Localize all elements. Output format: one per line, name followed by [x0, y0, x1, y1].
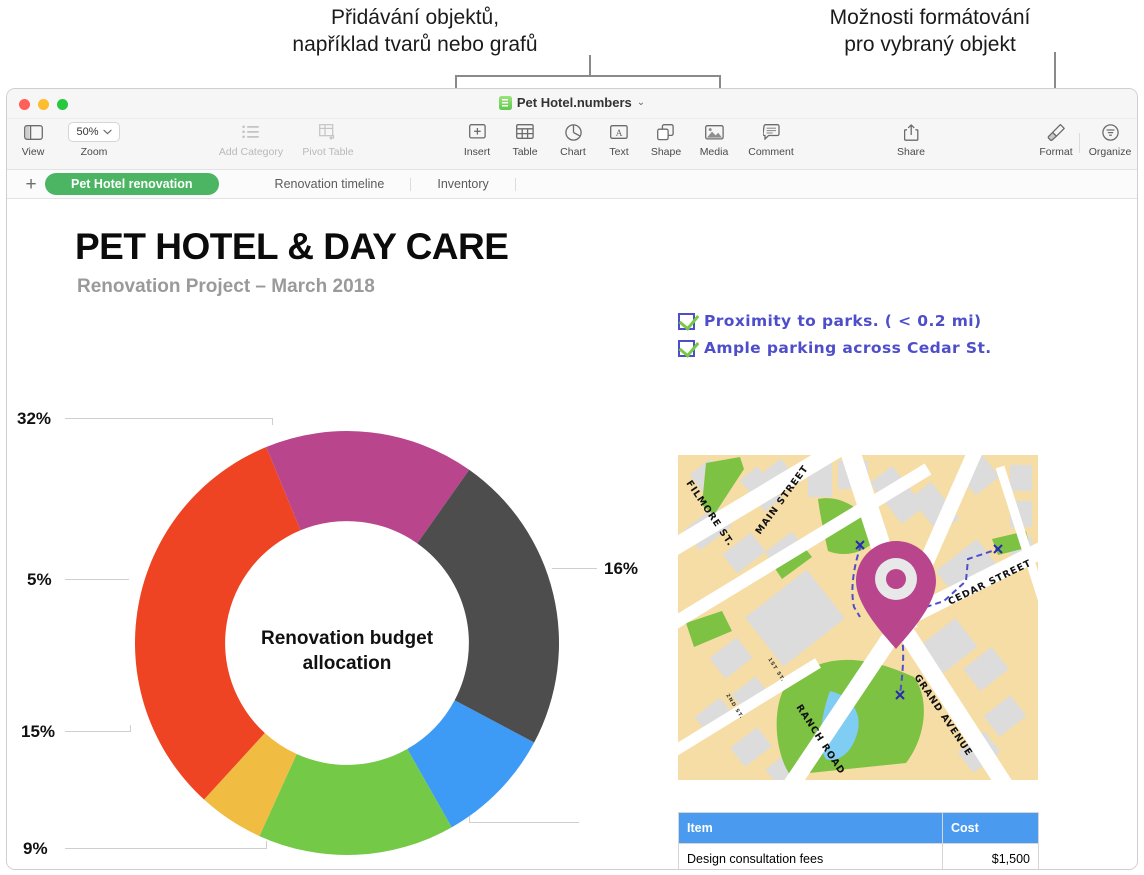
shape-icon [657, 121, 675, 143]
toolbar-view-button[interactable]: View [7, 121, 63, 158]
callout-left-bracket-stem [589, 55, 591, 76]
toolbar-pivot-table-button[interactable]: Pivot Table [290, 121, 366, 158]
document-title[interactable]: Pet Hotel.numbers ⌄ [7, 95, 1137, 110]
screenshot-root: Přidávání objektů, například tvarů nebo … [0, 0, 1144, 875]
leader-tick-9 [266, 841, 267, 849]
leader-tick-32 [272, 418, 273, 425]
chart-icon [564, 121, 582, 143]
table-header-row: Item Cost [678, 812, 1039, 844]
toolbar-zoom-control[interactable]: 50% Zoom [59, 121, 129, 158]
pct-label-5: 5% [27, 570, 52, 589]
sheet-tab-pet-hotel-renovation[interactable]: Pet Hotel renovation [45, 173, 219, 195]
chevron-down-icon [102, 129, 112, 135]
leader-line-15 [65, 731, 131, 732]
toolbar-chart-label: Chart [560, 146, 586, 158]
checklist-label: Proximity to parks. ( < 0.2 mi) [704, 312, 982, 330]
cell-cost[interactable]: $1,500 [942, 843, 1039, 869]
zoom-pill[interactable]: 50% [68, 122, 120, 142]
sheet-heading: PET HOTEL & DAY CARE [75, 226, 509, 267]
toolbar-pivot-table-label: Pivot Table [302, 146, 354, 158]
leader-line-5 [65, 579, 129, 580]
toolbar-organize-label: Organize [1088, 146, 1132, 158]
tab-divider-2 [514, 177, 516, 191]
donut-center-label: Renovation budget allocation [225, 627, 469, 676]
leader-tick-23 [469, 816, 470, 823]
svg-text:A: A [616, 129, 623, 139]
tab-divider-1 [410, 177, 412, 191]
leader-line-16 [552, 568, 597, 569]
toolbar-share-label: Share [896, 146, 926, 158]
pct-label-9: 9% [23, 839, 48, 858]
toolbar-add-category-label: Add Category [218, 146, 284, 158]
toolbar-zoom-label: Zoom [80, 146, 108, 158]
share-icon [903, 121, 919, 143]
table-icon [516, 121, 534, 143]
toolbar-text-label: Text [609, 146, 629, 158]
document-title-text: Pet Hotel.numbers [516, 95, 632, 110]
toolbar-view-label: View [21, 146, 45, 158]
toolbar-format-label: Format [1039, 146, 1073, 158]
sheet-tab-renovation-timeline[interactable]: Renovation timeline [259, 173, 401, 195]
window-titlebar: Pet Hotel.numbers ⌄ [7, 89, 1137, 119]
map-image[interactable]: FILMORE ST. MAIN STREET CEDAR STREET RAN… [678, 455, 1038, 780]
zoom-popup-icon: 50% [68, 121, 120, 143]
pct-label-32: 32% [17, 409, 52, 428]
pct-label-16: 16% [604, 559, 639, 578]
checkbox-checked-icon[interactable] [678, 339, 695, 357]
toolbar-media-label: Media [699, 146, 729, 158]
sidebar-icon [23, 121, 43, 143]
cell-item[interactable]: Design consultation fees [678, 843, 943, 869]
sheet-tab-inventory[interactable]: Inventory [421, 173, 504, 195]
toolbar-add-category-button[interactable]: Add Category [211, 121, 291, 158]
toolbar: View 50% Zoom Add Category Pivot Table I… [7, 119, 1137, 170]
toolbar-format-button[interactable]: Format [1026, 121, 1086, 158]
insert-icon [468, 121, 486, 143]
callout-left-bracket-tick-start [455, 75, 457, 89]
toolbar-comment-button[interactable]: Comment [741, 121, 801, 158]
leader-tick-15 [130, 725, 131, 732]
callout-left-bracket-tick-end [719, 75, 721, 89]
toolbar-comment-label: Comment [748, 146, 794, 158]
add-sheet-button[interactable]: + [17, 175, 45, 194]
leader-line-9 [65, 848, 267, 849]
donut-center-line2: allocation [302, 652, 392, 674]
callout-left-bracket-horizontal [455, 75, 721, 77]
sheet-subheading: Renovation Project – March 2018 [77, 276, 375, 297]
format-brush-icon [1047, 121, 1066, 143]
pct-label-15: 15% [21, 722, 56, 741]
toolbar-insert-label: Insert [463, 146, 491, 158]
leader-line-32 [65, 418, 273, 419]
budget-table[interactable]: Item Cost Design consultation fees $1,50… [678, 812, 1039, 869]
sheet-canvas[interactable]: PET HOTEL & DAY CARE Renovation Project … [7, 199, 1137, 869]
organize-icon [1101, 121, 1119, 143]
numbers-window: Pet Hotel.numbers ⌄ View 50% Zoom Add Ca… [6, 88, 1138, 870]
chevron-down-icon[interactable]: ⌄ [637, 97, 645, 108]
sheet-tab-bar: + Pet Hotel renovation Renovation timeli… [7, 170, 1137, 199]
checklist-label: Ample parking across Cedar St. [704, 339, 992, 357]
toolbar-shape-label: Shape [650, 146, 682, 158]
text-icon: A [610, 121, 628, 143]
donut-center-line1: Renovation budget [260, 628, 434, 649]
toolbar-share-button[interactable]: Share [881, 121, 941, 158]
checkbox-checked-icon[interactable] [678, 312, 695, 330]
toolbar-organize-button[interactable]: Organize [1080, 121, 1137, 158]
callout-left-text: Přidávání objektů, například tvarů nebo … [292, 6, 538, 56]
checklist-item-proximity[interactable]: Proximity to parks. ( < 0.2 mi) [678, 312, 981, 330]
callout-right-text: Možnosti formátování pro vybraný objekt [829, 6, 1031, 56]
pivot-table-icon [318, 121, 338, 143]
zoom-value: 50% [76, 126, 99, 138]
media-icon [704, 121, 724, 143]
comment-icon [762, 121, 780, 143]
toolbar-media-button[interactable]: Media [684, 121, 744, 158]
checklist-item-parking[interactable]: Ample parking across Cedar St. [678, 339, 992, 357]
numbers-app-icon [498, 95, 512, 110]
toolbar-table-label: Table [512, 146, 538, 158]
table-header-cost[interactable]: Cost [942, 812, 1039, 844]
list-icon [242, 121, 260, 143]
leader-line-23 [469, 822, 579, 823]
table-row[interactable]: Design consultation fees $1,500 [678, 843, 1039, 869]
table-header-item[interactable]: Item [678, 812, 943, 844]
